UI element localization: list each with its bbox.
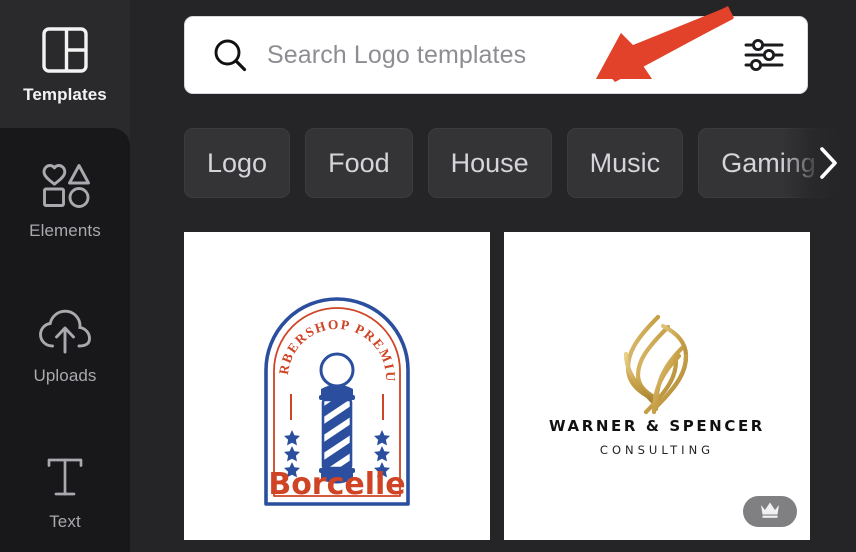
sidebar-item-label-elements: Elements xyxy=(29,221,101,240)
chip-label: Logo xyxy=(207,147,268,178)
template-card-barbershop[interactable]: BARBERSHOP PREMIUM xyxy=(184,232,490,540)
chip-house[interactable]: House xyxy=(427,128,552,198)
uploads-icon xyxy=(36,306,94,361)
left-sidebar: Templates Elements Uploads Text xyxy=(0,0,130,552)
category-chips-track: Logo Food House Music Gaming xyxy=(184,128,839,198)
chip-label: Music xyxy=(589,147,661,178)
sidebar-item-elements[interactable]: Elements xyxy=(0,140,130,258)
chip-music[interactable]: Music xyxy=(566,128,684,198)
pro-badge[interactable] xyxy=(743,496,797,527)
template-brand-text: Borcelle xyxy=(268,467,405,502)
sidebar-item-uploads[interactable]: Uploads xyxy=(0,286,130,404)
template-grid: BARBERSHOP PREMIUM xyxy=(184,232,814,540)
filter-sliders-icon[interactable] xyxy=(743,36,785,74)
sidebar-item-templates[interactable]: Templates xyxy=(0,0,130,128)
chip-label: House xyxy=(450,147,529,178)
search-input[interactable] xyxy=(267,40,725,70)
crown-icon xyxy=(758,499,782,524)
template-card-warner-spencer[interactable]: WARNER & SPENCER CONSULTING xyxy=(504,232,810,540)
templates-icon xyxy=(37,25,93,80)
sidebar-item-label-uploads: Uploads xyxy=(33,366,97,385)
chevron-right-icon[interactable] xyxy=(812,143,846,183)
template-brand-text: WARNER & SPENCER xyxy=(549,417,765,435)
search-icon[interactable] xyxy=(211,36,249,74)
text-icon xyxy=(40,452,90,507)
chip-logo[interactable]: Logo xyxy=(184,128,291,198)
sidebar-item-text[interactable]: Text xyxy=(0,432,130,550)
template-subtitle-text: CONSULTING xyxy=(600,443,714,457)
chip-food[interactable]: Food xyxy=(305,128,413,198)
templates-panel-app: Templates Elements Uploads Text Search L… xyxy=(0,0,856,552)
chip-label: Food xyxy=(328,147,390,178)
search-bar[interactable] xyxy=(184,16,808,94)
sidebar-item-label-text: Text xyxy=(49,512,81,531)
category-chips-row: Logo Food House Music Gaming xyxy=(130,128,856,198)
elements-icon xyxy=(36,159,94,216)
chip-label: Gaming xyxy=(721,147,816,178)
templates-panel: Logo Food House Music Gaming xyxy=(130,0,856,552)
sidebar-item-label-templates: Templates xyxy=(23,85,107,104)
